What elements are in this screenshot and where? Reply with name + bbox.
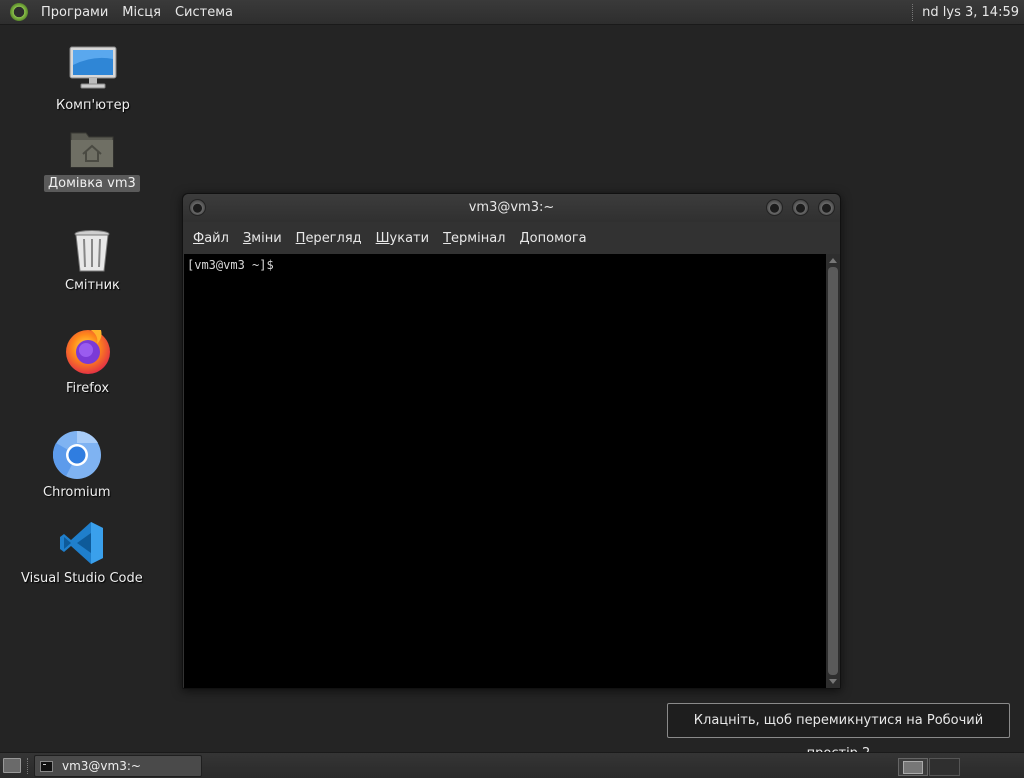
clock-area: nd lys 3, 14:59 (912, 0, 1024, 25)
desktop-icon-label: Visual Studio Code (21, 571, 143, 586)
applications-menu[interactable]: Програми (34, 0, 115, 25)
workspace-1[interactable] (898, 758, 928, 776)
menu-file[interactable]: Файл (187, 231, 235, 246)
minimize-button[interactable] (766, 199, 783, 216)
desktop-icon-trash[interactable]: Смітник (61, 229, 124, 294)
workspace-2[interactable] (929, 758, 960, 776)
terminal-window: vm3@vm3:~ Файл Зміни Перегляд Шукати Тер… (182, 193, 841, 689)
home-folder-icon (70, 132, 114, 168)
mate-menu-icon[interactable] (10, 3, 28, 21)
terminal-icon (40, 760, 53, 772)
workspace-tooltip: Клацніть, щоб перемикнутися на Робочий п… (667, 703, 1010, 761)
desktop-icon-vscode[interactable]: Visual Studio Code (17, 520, 147, 587)
terminal-output[interactable]: [vm3@vm3 ~]$ (184, 254, 826, 688)
menu-view[interactable]: Перегляд (290, 231, 368, 246)
panel-separator (912, 4, 914, 21)
close-button[interactable] (818, 199, 835, 216)
vscode-icon (59, 522, 103, 564)
desktop-icon-label: Смітник (65, 278, 120, 293)
menu-search[interactable]: Шукати (370, 231, 435, 246)
scrollbar-thumb[interactable] (828, 267, 838, 675)
desktop-icon-home[interactable]: Домівка vm3 (44, 127, 140, 192)
bottom-panel: vm3@vm3:~ (0, 752, 1024, 778)
show-desktop-button[interactable] (3, 758, 21, 773)
top-panel: Програми Місця Система nd lys 3, 14:59 (0, 0, 1024, 25)
panel-separator (27, 758, 28, 774)
desktop-icon-label: Chromium (43, 485, 111, 500)
menu-terminal[interactable]: Термінал (437, 231, 511, 246)
desktop-icon-label: Домівка vm3 (44, 175, 140, 192)
workspace-window-thumbnail (903, 760, 923, 774)
desktop-icon-label: Комп'ютер (56, 98, 130, 113)
desktop-icon-chromium[interactable]: Chromium (39, 430, 115, 501)
taskbar-item-label: vm3@vm3:~ (62, 759, 141, 773)
window-titlebar[interactable]: vm3@vm3:~ (183, 194, 840, 222)
desktop-icon-label: Firefox (66, 381, 110, 396)
clock[interactable]: nd lys 3, 14:59 (922, 5, 1024, 20)
places-menu[interactable]: Місця (115, 0, 168, 25)
maximize-button[interactable] (792, 199, 809, 216)
menu-edit[interactable]: Зміни (237, 231, 288, 246)
firefox-icon (65, 330, 110, 374)
trash-icon (74, 230, 110, 272)
computer-icon (69, 46, 117, 89)
scroll-up-icon[interactable] (829, 258, 837, 263)
terminal-menubar: Файл Зміни Перегляд Шукати Термінал Допо… (183, 222, 840, 254)
window-title: vm3@vm3:~ (468, 200, 555, 215)
scroll-down-icon[interactable] (829, 679, 837, 684)
system-menu[interactable]: Система (168, 0, 240, 25)
desktop-icon-firefox[interactable]: Firefox (62, 326, 113, 397)
shell-prompt: [vm3@vm3 ~]$ (187, 258, 274, 272)
taskbar-item-terminal[interactable]: vm3@vm3:~ (34, 755, 202, 777)
menu-help[interactable]: Допомога (514, 231, 593, 246)
chromium-icon (52, 430, 101, 479)
terminal-scrollbar[interactable] (826, 254, 840, 688)
desktop-icon-computer[interactable]: Комп'ютер (52, 45, 134, 114)
